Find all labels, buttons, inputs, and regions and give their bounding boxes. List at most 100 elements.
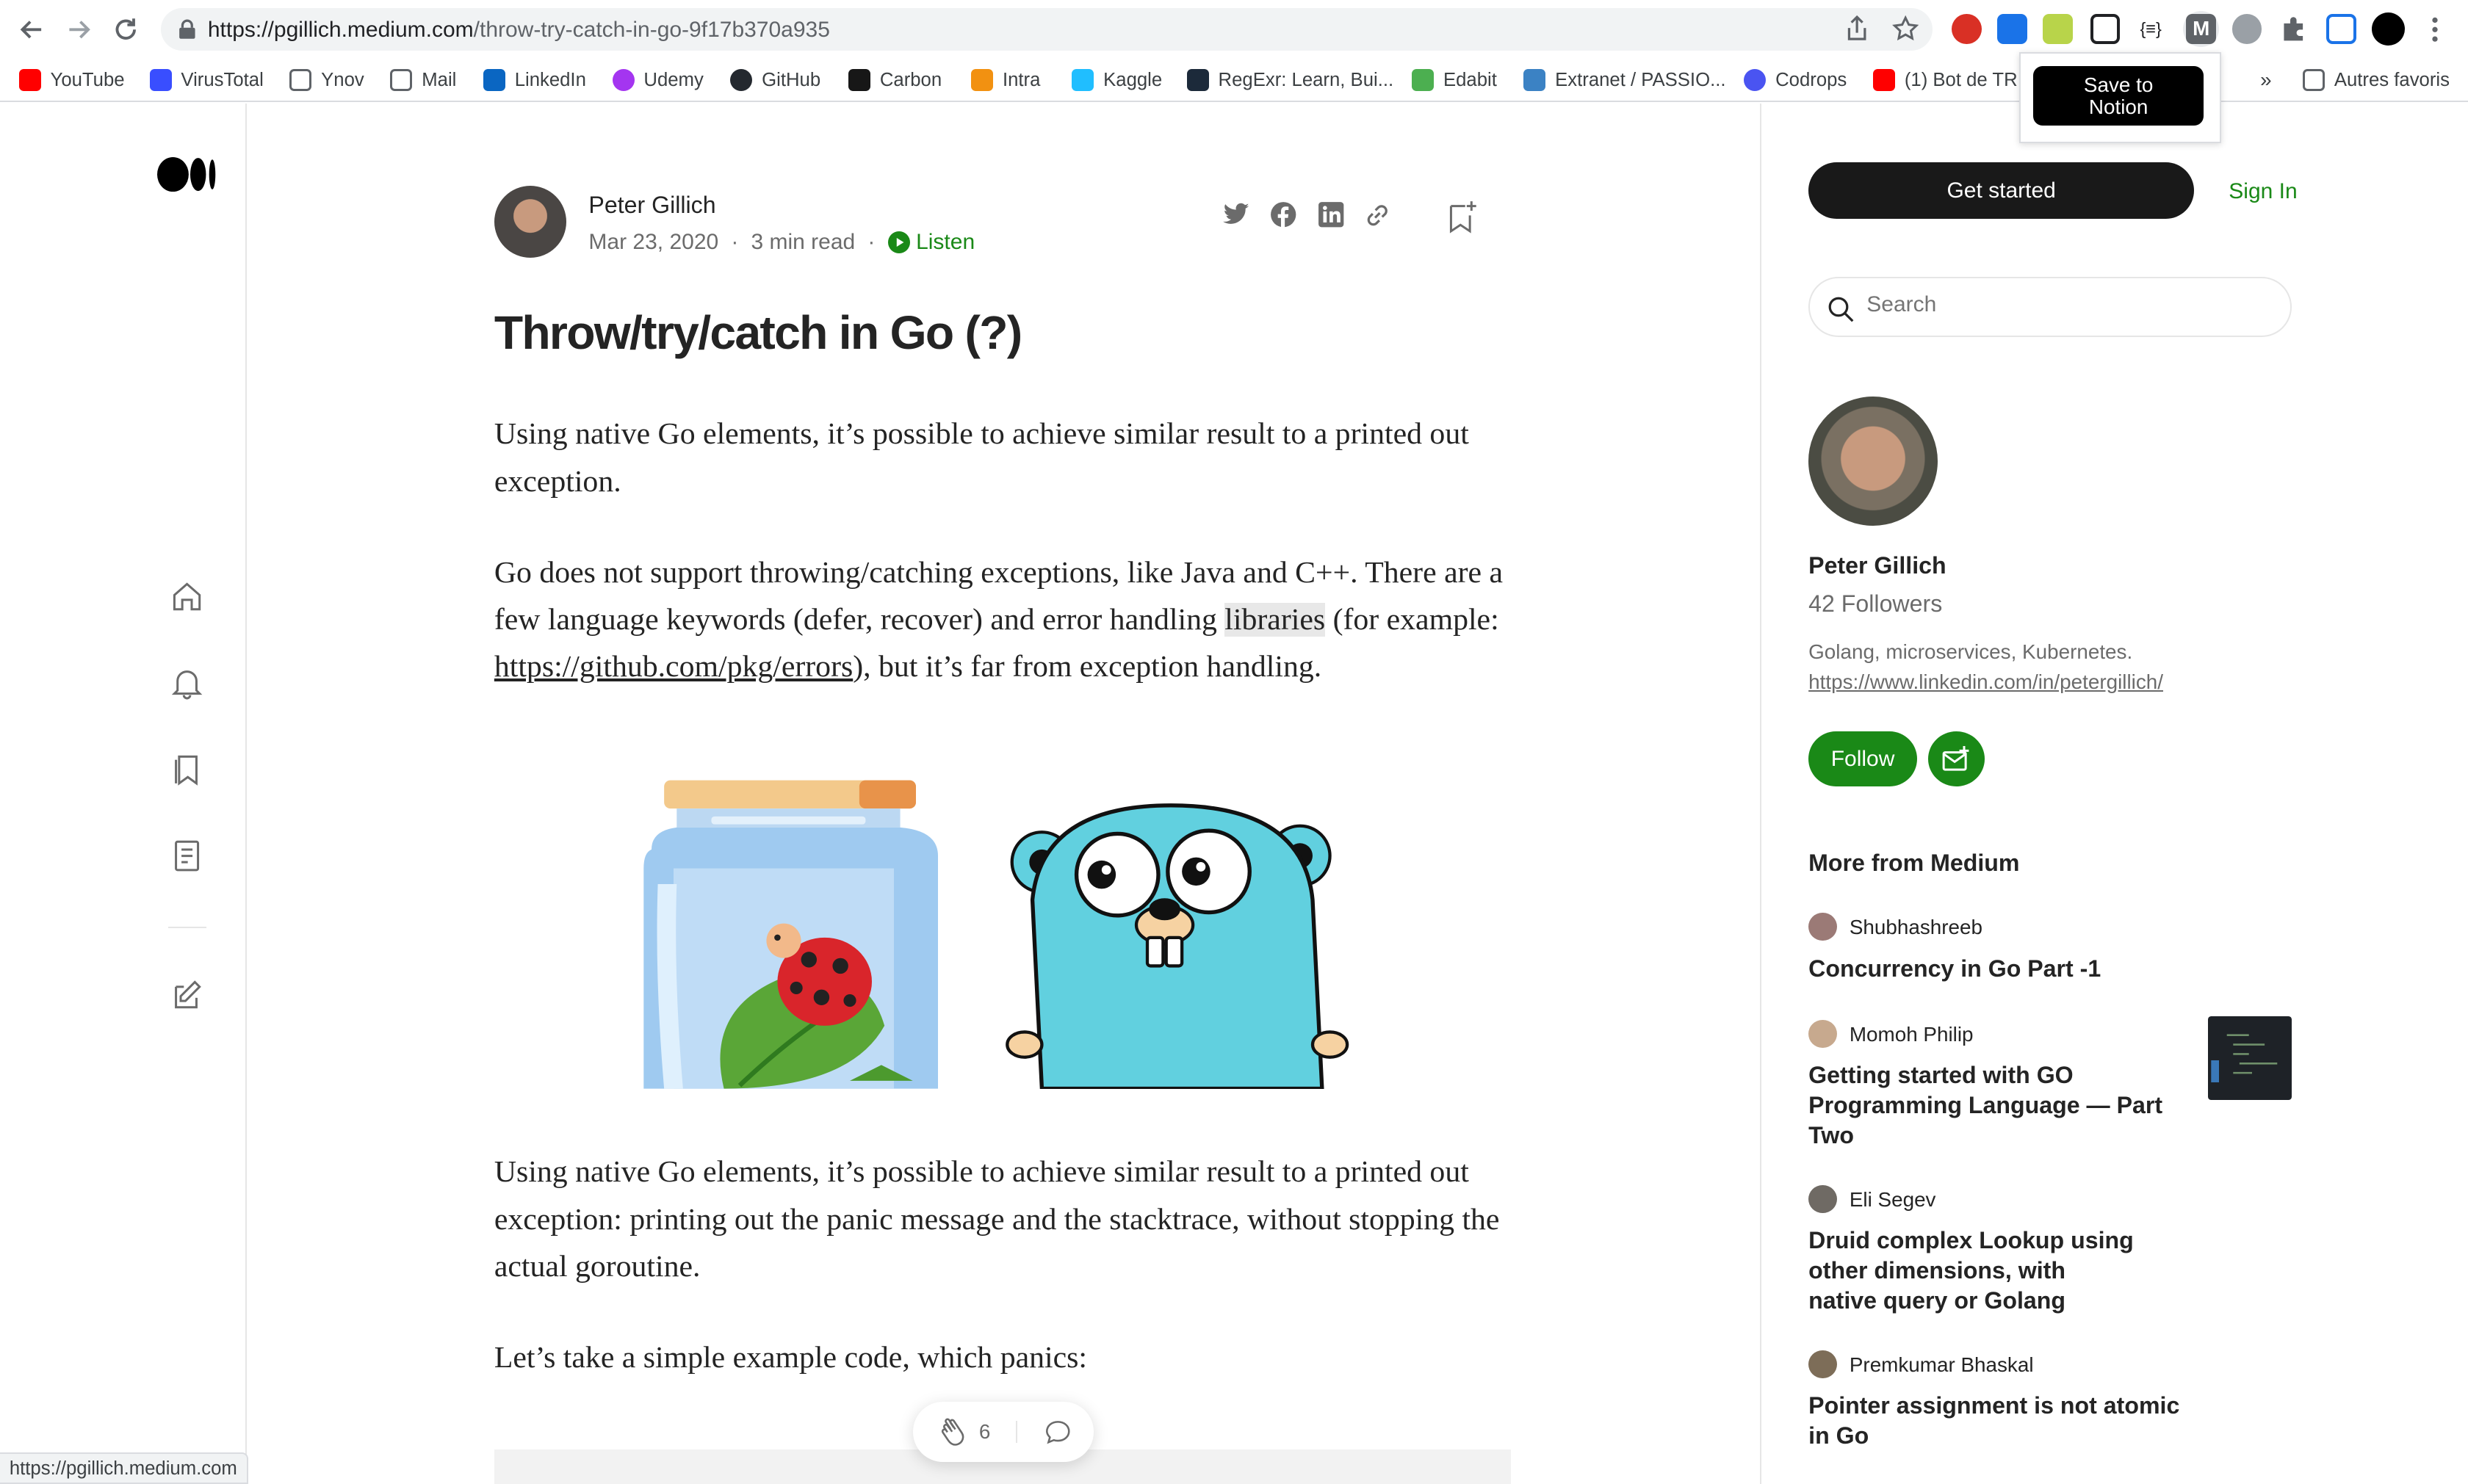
- edabit-icon: [1412, 69, 1435, 92]
- author-avatar[interactable]: [494, 185, 567, 258]
- linkedin-share-icon[interactable]: [1318, 201, 1344, 228]
- play-icon: [887, 231, 910, 253]
- back-arrow-icon[interactable]: [18, 15, 46, 44]
- address-bar[interactable]: https://pgillich.medium.com/throw-try-ca…: [160, 7, 1933, 51]
- notifications-bell-icon[interactable]: [170, 665, 204, 700]
- facebook-share-icon[interactable]: [1270, 201, 1296, 228]
- reading-list-icon[interactable]: [2326, 14, 2356, 44]
- bookmark-bot[interactable]: (1) Bot de TR...: [1873, 66, 2018, 95]
- rail-divider: [168, 927, 206, 929]
- notion-extension-icon[interactable]: M: [2186, 14, 2217, 44]
- write-edit-icon[interactable]: [170, 977, 204, 1012]
- bookmark-star-icon[interactable]: [1891, 15, 1919, 42]
- folder-icon: [2303, 69, 2325, 92]
- stories-document-icon[interactable]: [170, 839, 204, 873]
- subscribe-button[interactable]: [1928, 731, 1985, 787]
- search-box[interactable]: [1808, 277, 2292, 337]
- author-avatar-small[interactable]: [1808, 1184, 1837, 1214]
- story-title[interactable]: Getting started with GO Programming Lang…: [1808, 1060, 2171, 1150]
- github-errors-link[interactable]: https://github.com/pkg/errors: [494, 650, 853, 684]
- get-started-button[interactable]: Get started: [1808, 162, 2195, 219]
- json-extension-icon[interactable]: {≡}: [2136, 14, 2166, 44]
- paragraph-4: Let’s take a simple example code, which …: [494, 1341, 1088, 1375]
- search-input[interactable]: [1866, 292, 2245, 318]
- clap-icon[interactable]: [938, 1416, 970, 1448]
- paragraph-3: Using native Go elements, it’s possible …: [494, 1155, 1500, 1284]
- publish-date: Mar 23, 2020: [588, 229, 719, 254]
- bookmark-edabit[interactable]: Edabit: [1412, 66, 1497, 95]
- story-thumbnail[interactable]: [2208, 1016, 2292, 1100]
- article-illustration: [629, 774, 1369, 1089]
- sign-in-link[interactable]: Sign In: [2229, 179, 2297, 204]
- bookmark-ynov[interactable]: Ynov: [289, 66, 364, 95]
- clap-respond-bar: 6: [912, 1402, 1094, 1462]
- browser-menu-icon[interactable]: [2424, 15, 2446, 44]
- paragraph-2: Go does not support throwing/catching ex…: [494, 555, 1504, 684]
- lists-bookmark-icon[interactable]: [170, 752, 204, 786]
- story-author[interactable]: Momoh Philip: [1850, 1023, 1974, 1046]
- youtube-icon: [1873, 69, 1895, 92]
- share-icon[interactable]: [1844, 15, 1869, 42]
- folder-icon: [390, 69, 413, 92]
- adblock-extension-icon[interactable]: [1952, 14, 1982, 44]
- code-icon: [971, 69, 994, 92]
- home-icon[interactable]: [170, 579, 204, 614]
- bookmark-github[interactable]: GitHub: [730, 66, 820, 95]
- extensions-puzzle-icon[interactable]: [2279, 14, 2309, 44]
- comment-icon[interactable]: [1044, 1418, 1072, 1447]
- paragraph-1: Using native Go elements, it’s possible …: [494, 417, 1469, 499]
- profile-name[interactable]: Peter Gillich: [1808, 552, 1946, 579]
- extension-bird-icon[interactable]: [2231, 14, 2262, 44]
- follower-count[interactable]: 42 Followers: [1808, 590, 1942, 618]
- story-title[interactable]: Pointer assignment is not atomic in Go: [1808, 1391, 2186, 1450]
- author-name[interactable]: Peter Gillich: [588, 192, 715, 219]
- bookmark-virustotal[interactable]: VirusTotal: [149, 66, 264, 95]
- copy-link-icon[interactable]: [1363, 201, 1392, 230]
- left-nav-rail: [0, 104, 248, 1484]
- profile-avatar[interactable]: [2372, 12, 2406, 46]
- bookmark-extranet[interactable]: Extranet / PASSIO...: [1523, 66, 1726, 95]
- link-status-bar: https://pgillich.medium.com: [0, 1452, 248, 1484]
- story-author[interactable]: Eli Segev: [1850, 1188, 1936, 1212]
- highlighted-text[interactable]: libraries: [1224, 603, 1326, 637]
- carbon-icon: [848, 69, 870, 92]
- profile-bio: Golang, microservices, Kubernetes.: [1808, 640, 2133, 664]
- bookmark-udemy[interactable]: Udemy: [612, 66, 704, 95]
- profile-linkedin-link[interactable]: https://www.linkedin.com/in/petergillich…: [1808, 670, 2163, 694]
- extension-send-icon[interactable]: [2090, 14, 2121, 44]
- mail-plus-icon: [1942, 745, 1971, 772]
- bookmark-intra[interactable]: Intra: [971, 66, 1040, 95]
- bookmark-youtube[interactable]: YouTube: [18, 66, 125, 95]
- bookmark-regexr[interactable]: RegExr: Learn, Bui...: [1186, 66, 1393, 95]
- virustotal-icon: [149, 69, 172, 92]
- profile-avatar-large[interactable]: [1808, 397, 1938, 526]
- more-from-medium-heading: More from Medium: [1808, 850, 2020, 877]
- listen-button[interactable]: Listen: [887, 230, 975, 255]
- meta-separator: ·: [731, 229, 739, 254]
- story-author[interactable]: Premkumar Bhaskal: [1850, 1353, 2034, 1377]
- twitter-share-icon[interactable]: [1223, 203, 1249, 226]
- bookmark-other[interactable]: Autres favoris: [2303, 66, 2450, 95]
- story-title[interactable]: Druid complex Lookup using other dimensi…: [1808, 1226, 2139, 1315]
- extension-blue-icon[interactable]: [1997, 14, 2027, 44]
- story-author[interactable]: Shubhashreeb: [1850, 916, 1982, 939]
- github-icon: [730, 69, 753, 92]
- bookmark-linkedin[interactable]: LinkedIn: [483, 66, 586, 95]
- reload-icon[interactable]: [112, 15, 140, 44]
- author-avatar-small[interactable]: [1808, 1350, 1837, 1379]
- browser-toolbar: https://pgillich.medium.com/throw-try-ca…: [0, 0, 2468, 59]
- save-bookmark-icon[interactable]: [1446, 200, 1478, 234]
- story-title[interactable]: Concurrency in Go Part -1: [1808, 954, 2186, 984]
- forward-arrow-icon[interactable]: [65, 15, 93, 44]
- bookmark-codrops[interactable]: Codrops: [1744, 66, 1847, 95]
- bookmark-carbon[interactable]: Carbon: [848, 66, 942, 95]
- author-avatar-small[interactable]: [1808, 912, 1837, 941]
- bookmark-mail[interactable]: Mail: [390, 66, 456, 95]
- more-bookmarks-chevron[interactable]: »: [2260, 66, 2272, 95]
- author-avatar-small[interactable]: [1808, 1019, 1837, 1049]
- follow-button[interactable]: Follow: [1808, 731, 1917, 787]
- meta-separator: ·: [867, 229, 876, 254]
- extension-green-icon[interactable]: [2043, 14, 2074, 44]
- bookmark-kaggle[interactable]: Kaggle: [1072, 66, 1162, 95]
- medium-logo[interactable]: [157, 157, 217, 192]
